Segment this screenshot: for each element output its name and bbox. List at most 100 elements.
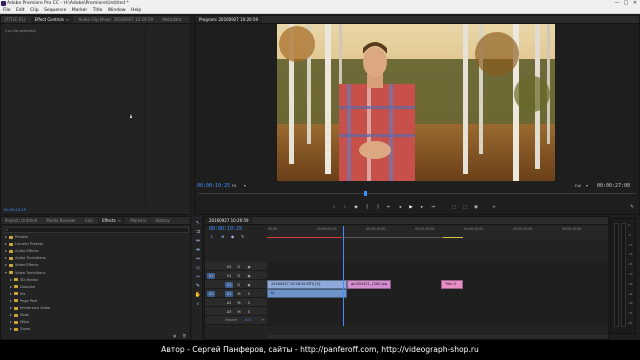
collapsed-arrow-icon[interactable]	[10, 328, 12, 331]
mute-icon[interactable]: M	[235, 291, 243, 297]
effects-tree-item[interactable]: Zoom	[10, 327, 30, 333]
menu-edit[interactable]: Edit	[16, 7, 25, 14]
menu-marker[interactable]: Marker	[72, 7, 88, 14]
track-label[interactable]: A3	[225, 309, 233, 315]
collapsed-arrow-icon[interactable]	[10, 292, 12, 295]
collapsed-arrow-icon[interactable]	[10, 321, 12, 324]
step-forward-frame-icon[interactable]: ▸	[418, 205, 426, 211]
master-volume[interactable]: 0.0	[245, 318, 251, 322]
timeline-zoom-scrollbar[interactable]	[267, 335, 608, 338]
solo-icon[interactable]: S	[245, 300, 253, 306]
track-label[interactable]: A2	[225, 300, 233, 306]
lock-icon[interactable]: ⊡	[235, 282, 243, 288]
collapsed-arrow-icon[interactable]	[10, 307, 12, 309]
track-label[interactable]: A1	[225, 290, 233, 297]
effects-tree-item[interactable]: Audio Transitions	[5, 256, 46, 262]
add-marker-icon[interactable]: ◆	[352, 205, 360, 211]
step-back-frame-icon[interactable]: ◂	[396, 205, 404, 211]
eye-icon[interactable]: ◉	[245, 264, 253, 270]
track-select-tool-icon[interactable]: ⇉	[194, 229, 202, 236]
tab-sequence[interactable]: 20160927 10:26:59	[205, 217, 253, 224]
hand-tool-icon[interactable]: ✋	[194, 292, 202, 299]
tab-program[interactable]: Program: 20160927 10:26:59	[195, 16, 263, 23]
effects-tree-item[interactable]: Presets	[5, 235, 28, 241]
effects-search-input[interactable]: ⌕	[4, 227, 189, 233]
tab-media-browser[interactable]: Media Browser	[42, 217, 80, 224]
mute-icon[interactable]: M	[235, 300, 243, 306]
effects-tree-item[interactable]: Dissolve	[10, 285, 35, 291]
effects-tree-item[interactable]: 3D Motion	[10, 278, 38, 284]
menu-window[interactable]: Window	[108, 7, 126, 14]
close-button[interactable]: ✕	[630, 0, 640, 7]
collapsed-arrow-icon[interactable]	[5, 236, 7, 238]
timeline-settings-icon[interactable]: ✎	[241, 234, 244, 239]
expanded-arrow-icon[interactable]	[5, 271, 7, 274]
tab-effects[interactable]: Effects ≡	[98, 217, 126, 224]
effects-tree-item[interactable]: Wipe	[10, 320, 29, 326]
timeline-playhead[interactable]	[343, 226, 344, 326]
go-to-end-icon[interactable]: ⇥	[261, 318, 264, 322]
effects-tree-item[interactable]: Slide	[10, 313, 29, 319]
collapsed-arrow-icon[interactable]	[10, 278, 12, 281]
slip-tool-icon[interactable]: ⇿	[194, 274, 202, 281]
tab-metadata[interactable]: Metadata	[158, 16, 185, 23]
eye-icon[interactable]: ◉	[245, 273, 253, 279]
mute-icon[interactable]: M	[235, 309, 243, 315]
step-forward-icon[interactable]: ⇥	[429, 205, 437, 211]
track-label[interactable]: V1	[225, 281, 233, 288]
add-marker-timeline-icon[interactable]: ◆	[231, 234, 234, 239]
extract-icon[interactable]: ⬚	[461, 205, 469, 211]
export-frame-icon[interactable]: ◉	[472, 205, 480, 211]
ripple-edit-tool-icon[interactable]: ⇹	[194, 238, 202, 245]
play-icon[interactable]: ▶	[407, 205, 415, 211]
clip-image[interactable]: gif-855421_1280.jpg	[347, 280, 391, 289]
lift-icon[interactable]: ⬚	[450, 205, 458, 211]
effects-tree-item[interactable]: Immersive Video	[10, 306, 50, 312]
track-label[interactable]: V3	[225, 264, 233, 270]
menu-title[interactable]: Title	[93, 7, 103, 14]
eye-icon[interactable]: ◉	[245, 282, 253, 288]
effects-tree-item[interactable]: Page Peel	[10, 299, 37, 305]
solo-icon[interactable]: S	[245, 291, 253, 297]
tab-source[interactable]: (TITLE 01)	[1, 16, 29, 23]
delete-icon[interactable]: 🗑	[182, 334, 187, 338]
solo-icon[interactable]: S	[245, 309, 253, 315]
tab-project[interactable]: Project: Untitled	[1, 217, 41, 224]
clip-audio-main[interactable]: fx	[267, 289, 347, 298]
tab-markers[interactable]: Markers	[126, 217, 150, 224]
lock-icon[interactable]: ⊡	[235, 273, 243, 279]
tab-effect-controls[interactable]: Effect Controls ≡	[30, 16, 74, 23]
mark-out-icon[interactable]: ⧘	[341, 205, 349, 211]
tab-history[interactable]: History	[152, 217, 174, 224]
effects-tree-item[interactable]: Audio Effects	[5, 249, 39, 255]
clip-video-main[interactable]: 20160927 10:26:59.MTS [V]	[267, 280, 347, 289]
collapsed-arrow-icon[interactable]	[5, 250, 7, 253]
pen-tool-icon[interactable]: ✎	[194, 283, 202, 290]
zoom-fit-select[interactable]: Fit	[232, 184, 236, 188]
effects-tree-item[interactable]: Video Effects	[5, 263, 38, 269]
go-to-in-icon[interactable]: {	[363, 205, 371, 211]
step-back-icon[interactable]: ⇤	[385, 205, 393, 211]
timeline-ruler[interactable]: 00:00 00:00:05:00 00:00:10:00 00:00:15:0…	[267, 226, 608, 240]
rolling-edit-tool-icon[interactable]: ⇼	[194, 247, 202, 254]
linked-selection-icon[interactable]: ⊚	[221, 234, 224, 239]
tab-menu-icon[interactable]: ≡	[118, 218, 121, 223]
program-playhead[interactable]	[364, 191, 367, 196]
collapsed-arrow-icon[interactable]	[10, 299, 12, 302]
button-editor-icon[interactable]: +	[490, 205, 498, 211]
track-label[interactable]: V2	[225, 273, 233, 279]
collapsed-arrow-icon[interactable]	[5, 243, 7, 246]
collapsed-arrow-icon[interactable]	[5, 264, 7, 267]
source-patch-v1[interactable]: V1	[207, 272, 215, 279]
razor-tool-icon[interactable]: ◇	[194, 265, 202, 272]
zoom-tool-icon[interactable]: ⌕	[194, 301, 202, 308]
menu-sequence[interactable]: Sequence	[44, 7, 66, 14]
tab-audio-clip-mixer[interactable]: Audio Clip Mixer: 20160927 10:26:59	[75, 16, 158, 23]
timeline-timecode[interactable]: 00:00:10:25	[209, 226, 242, 232]
source-patch-a1[interactable]: A1	[207, 290, 215, 297]
collapsed-arrow-icon[interactable]	[5, 257, 7, 260]
program-scrub-bar[interactable]	[198, 193, 636, 194]
menu-help[interactable]: Help	[131, 7, 141, 14]
selection-tool-icon[interactable]: ↖	[194, 220, 202, 227]
quality-select[interactable]: Full	[575, 184, 581, 188]
